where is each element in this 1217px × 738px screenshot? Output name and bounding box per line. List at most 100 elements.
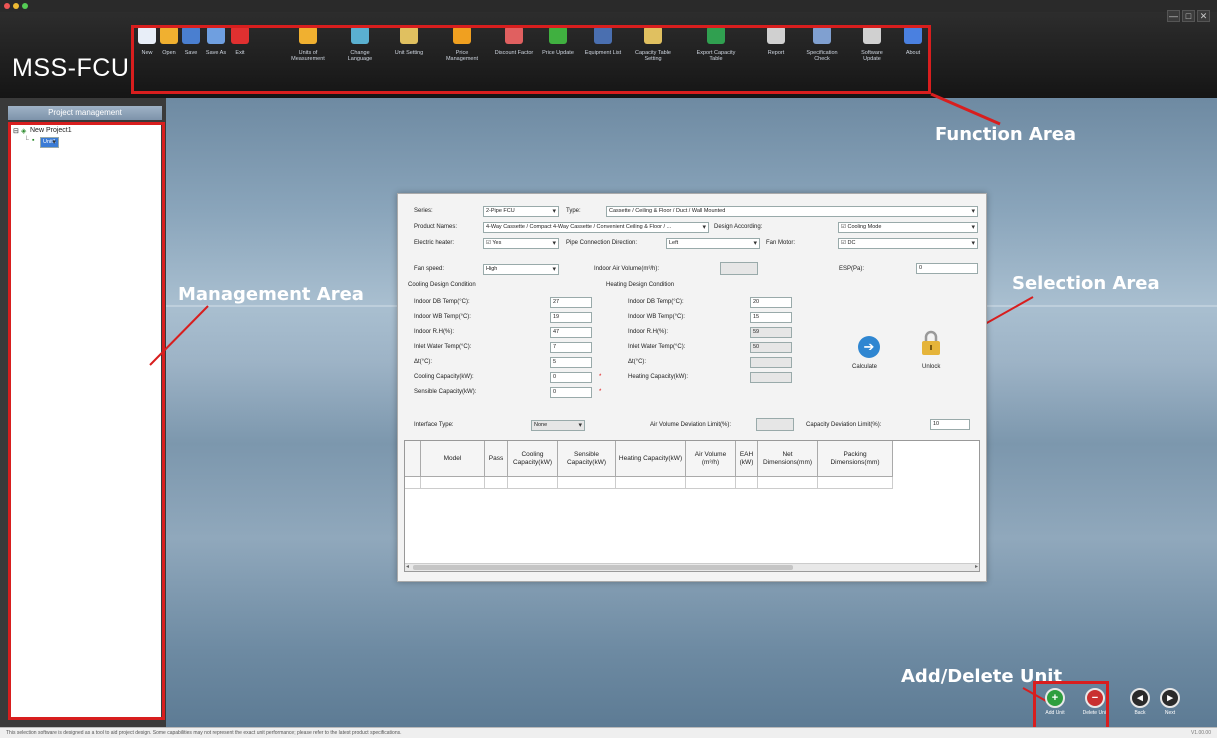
heating-row-input[interactable]: 50 — [750, 342, 792, 353]
type-select[interactable]: Cassette / Ceiling & Floor / Duct / Wall… — [606, 206, 978, 217]
bottom-button-label: Next — [1164, 710, 1176, 716]
interface-type-label: Interface Type: — [414, 422, 454, 428]
table-column-header[interactable]: Cooling Capacity(kW) — [508, 441, 558, 477]
horizontal-scrollbar[interactable]: ◂ ▸ — [405, 563, 979, 571]
table-column-header[interactable]: Air Volume (m³/h) — [686, 441, 736, 477]
table-column-header[interactable]: Packing Dimensions(mm) — [818, 441, 893, 477]
air-volume-deviation-input[interactable] — [756, 418, 794, 431]
table-cell[interactable] — [508, 477, 558, 489]
cooling-row-label: Indoor WB Temp(°C): — [414, 314, 471, 320]
product-names-label: Product Names: — [414, 224, 458, 230]
calculate-icon: ➔ — [858, 336, 880, 358]
table-cell[interactable] — [558, 477, 616, 489]
table-cell[interactable] — [485, 477, 508, 489]
electric-heater-value: Yes — [492, 240, 502, 246]
calculate-label: Calculate — [852, 364, 878, 370]
window-dot-min-icon[interactable] — [13, 3, 19, 9]
status-bar: This selection software is designed as a… — [0, 727, 1217, 738]
management-area-label: Management Area — [178, 284, 364, 305]
heating-row-input[interactable]: 15 — [750, 312, 792, 323]
table-cell[interactable] — [686, 477, 736, 489]
selection-area-label: Selection Area — [1012, 273, 1160, 294]
heating-row-input[interactable] — [750, 357, 792, 368]
version-label: V1.00.00 — [1190, 730, 1211, 736]
results-table[interactable]: Model Pass Cooling Capacity(kW) Sensible Ca… — [404, 440, 980, 572]
heating-row-label: Indoor DB Temp(°C): — [628, 299, 684, 305]
back-icon: ◂ — [1130, 688, 1150, 708]
table-cell[interactable] — [736, 477, 758, 489]
cooling-row-label: Sensible Capacity(kW): — [414, 389, 477, 395]
table-row-header-cell — [405, 477, 421, 489]
table-column-header[interactable]: Pass — [485, 441, 508, 477]
unlock-label: Unlock — [922, 364, 941, 370]
series-label: Series: — [414, 208, 433, 214]
fan-motor-value: DC — [847, 240, 856, 246]
electric-heater-label: Electric heater: — [414, 240, 455, 246]
lock-icon — [921, 330, 941, 356]
table-row-header-corner — [405, 441, 421, 477]
table-column-header[interactable]: Heating Capacity(kW) — [616, 441, 686, 477]
next-button[interactable]: ▸ Next — [1155, 686, 1185, 726]
minimize-button[interactable]: — — [1167, 10, 1180, 22]
cooling-row-label: Cooling Capacity(kW): — [414, 374, 474, 380]
cooling-condition-title: Cooling Design Condition — [408, 282, 476, 288]
app-logo: MSS-FCU — [12, 54, 130, 82]
scroll-left-icon[interactable]: ◂ — [406, 563, 409, 570]
heating-row-input[interactable]: 20 — [750, 297, 792, 308]
cooling-row-input[interactable]: 0 — [550, 387, 592, 398]
design-according-label: Design According: — [714, 224, 763, 230]
capacity-deviation-input[interactable]: 10 — [930, 419, 970, 430]
cooling-row-label: Inlet Water Temp(°C): — [414, 344, 472, 350]
cooling-row-input[interactable]: 0 — [550, 372, 592, 383]
electric-heater-select[interactable]: ☑ Yes — [483, 238, 559, 249]
maximize-button[interactable]: □ — [1182, 10, 1195, 22]
heating-row-input[interactable] — [750, 372, 792, 383]
heating-row-label: Δt(°C): — [628, 359, 647, 365]
heating-row-label: Heating Capacity(kW): — [628, 374, 689, 380]
table-cell[interactable] — [818, 477, 893, 489]
fan-motor-select[interactable]: ☑ DC — [838, 238, 978, 249]
heating-row-label: Inlet Water Temp(°C): — [628, 344, 686, 350]
design-according-select[interactable]: ☑ Cooling Mode — [838, 222, 978, 233]
cooling-row-input[interactable]: 27 — [550, 297, 592, 308]
cooling-row-label: Δt(°C): — [414, 359, 433, 365]
type-label: Type: — [566, 208, 581, 214]
esp-input[interactable]: 0 — [916, 263, 978, 274]
window-dot-max-icon[interactable] — [22, 3, 28, 9]
window-dot-close-icon[interactable] — [4, 3, 10, 9]
table-column-header[interactable]: EAH (kW) — [736, 441, 758, 477]
title-bar — [0, 0, 1217, 12]
close-button[interactable]: ✕ — [1197, 10, 1210, 22]
interface-type-select[interactable]: None — [531, 420, 585, 431]
table-column-header[interactable]: Model — [421, 441, 485, 477]
cooling-row-input[interactable]: 7 — [550, 342, 592, 353]
table-cell[interactable] — [421, 477, 485, 489]
pipe-connection-label: Pipe Connection Direction: — [566, 240, 638, 246]
back-button[interactable]: ◂ Back — [1125, 686, 1155, 726]
product-names-select[interactable]: 4-Way Cassette / Compact 4-Way Cassette … — [483, 222, 709, 233]
fan-speed-select[interactable]: High — [483, 264, 559, 275]
cooling-row-input[interactable]: 19 — [550, 312, 592, 323]
air-volume-deviation-label: Air Volume Deviation Limit(%): — [650, 422, 732, 428]
table-cell[interactable] — [616, 477, 686, 489]
table-column-header[interactable]: Sensible Capacity(kW) — [558, 441, 616, 477]
add-delete-unit-highlight — [1033, 681, 1109, 733]
pipe-connection-select[interactable]: Left — [666, 238, 760, 249]
table-cell[interactable] — [758, 477, 818, 489]
series-select[interactable]: 2-Pipe FCU — [483, 206, 559, 217]
indoor-air-volume-input[interactable] — [720, 262, 758, 275]
table-column-header[interactable]: Net Dimensions(mm) — [758, 441, 818, 477]
cooling-row-input[interactable]: 5 — [550, 357, 592, 368]
function-area-label: Function Area — [935, 124, 1077, 145]
cooling-row-label: Indoor R.H(%): — [414, 329, 455, 335]
function-area-highlight — [131, 25, 931, 94]
heating-row-input[interactable]: 59 — [750, 327, 792, 338]
scroll-right-icon[interactable]: ▸ — [975, 563, 978, 570]
design-according-value: Cooling Mode — [847, 224, 882, 230]
cooling-row-input[interactable]: 47 — [550, 327, 592, 338]
management-area-highlight — [8, 122, 165, 720]
indoor-air-volume-label: Indoor Air Volume(m³/h): — [594, 266, 660, 272]
status-message: This selection software is designed as a… — [6, 730, 402, 736]
scrollbar-thumb[interactable] — [413, 565, 793, 570]
selection-dialog: Series: 2-Pipe FCU Type: Cassette / Ceil… — [397, 193, 987, 582]
